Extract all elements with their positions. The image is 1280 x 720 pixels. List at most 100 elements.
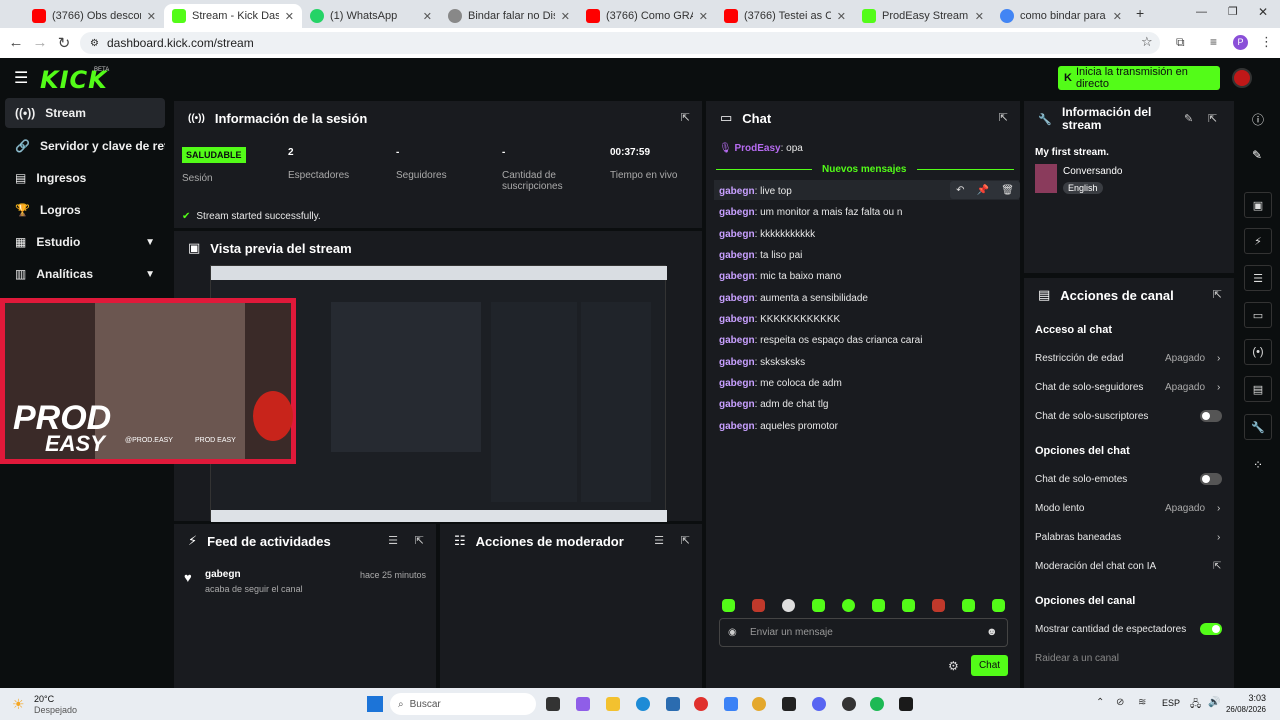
age-restriction-row[interactable]: Restricción de edad Apagado › [1035, 353, 1225, 364]
taskbar-time[interactable]: 3:03 [1226, 693, 1266, 703]
popout-icon[interactable]: ⇱ [1208, 112, 1217, 125]
show-viewers-toggle[interactable] [1200, 623, 1222, 635]
category-thumbnail[interactable] [1035, 164, 1057, 193]
close-tab-icon[interactable]: ✕ [1113, 10, 1122, 23]
browser-tab[interactable]: (3766) Obs desconectando✕ [24, 4, 164, 28]
discord-icon[interactable] [812, 697, 826, 711]
close-tab-icon[interactable]: ✕ [423, 10, 432, 23]
url-input[interactable]: ⚙ dashboard.kick.com/stream [80, 32, 1160, 54]
go-live-button[interactable]: K Inicia la transmisión en directo [1058, 66, 1220, 90]
ai-moderation-row[interactable]: Moderación del chat con IA ⇱ [1035, 561, 1225, 572]
chrome-icon[interactable] [752, 697, 766, 711]
filter-icon[interactable]: ☰ [654, 534, 664, 547]
spotify-icon[interactable] [870, 697, 884, 711]
copilot-icon[interactable] [576, 697, 590, 711]
close-window-icon[interactable]: ✕ [1258, 5, 1268, 19]
extensions-icon[interactable]: ⧉ [1176, 35, 1185, 50]
sidebar-item-analytics[interactable]: ▥ Analíticas ▼ [5, 259, 165, 289]
emote-icon[interactable] [722, 599, 735, 612]
close-tab-icon[interactable]: ✕ [561, 10, 570, 23]
emote-icon[interactable] [782, 599, 795, 612]
language-indicator[interactable]: ESP [1162, 698, 1180, 708]
reply-icon[interactable]: ↶ [956, 185, 964, 196]
taskbar-search[interactable]: ⌕ Buscar [390, 693, 536, 715]
outlook-icon[interactable] [724, 697, 738, 711]
browser-tab[interactable]: Bindar falar no Discord✕ [440, 4, 578, 28]
emote-icon[interactable] [992, 599, 1005, 612]
browser-tab[interactable]: (1) WhatsApp ✕ [302, 4, 440, 28]
sidebar-item-income[interactable]: ▤ Ingresos [5, 163, 165, 193]
edge-icon[interactable] [636, 697, 650, 711]
emote-icon[interactable] [872, 599, 885, 612]
user-avatar[interactable] [1232, 68, 1252, 88]
pencil-icon[interactable]: ✎ [1252, 148, 1262, 162]
taskbar-date[interactable]: 26/08/2026 [1216, 705, 1266, 714]
network-off-icon[interactable]: ⊘ [1116, 697, 1124, 708]
hamburger-menu-icon[interactable]: ☰ [14, 68, 28, 88]
close-tab-icon[interactable]: ✕ [975, 10, 984, 23]
maximize-icon[interactable]: ❐ [1228, 5, 1238, 18]
broadcast-icon[interactable]: (•) [1244, 339, 1272, 365]
new-tab-icon[interactable]: + [1136, 5, 1144, 21]
popout-icon[interactable]: ⇱ [1213, 288, 1222, 301]
sidebar-item-server-key[interactable]: 🔗Servidor y clave de retransmisión [5, 131, 165, 161]
lightning-icon[interactable]: ⚡ [1244, 228, 1272, 254]
close-tab-icon[interactable]: ✕ [837, 10, 846, 23]
wifi-icon[interactable]: ≋ [1138, 697, 1146, 708]
file-explorer-icon[interactable] [606, 697, 620, 711]
close-tab-icon[interactable]: ✕ [699, 10, 708, 23]
sidebar-item-stream[interactable]: ((•)) Stream [5, 98, 165, 128]
site-info-icon[interactable]: ⚙ [90, 38, 99, 49]
emote-icon[interactable] [842, 599, 855, 612]
wrench-icon[interactable]: 🔧 [1244, 414, 1272, 440]
activity-user[interactable]: gabegn [205, 569, 241, 580]
store-icon[interactable] [666, 697, 680, 711]
bookmark-star-icon[interactable]: ☆ [1141, 34, 1153, 50]
capcut-icon[interactable] [782, 697, 796, 711]
list-icon[interactable]: ☰ [1244, 265, 1272, 291]
emotes-only-toggle[interactable] [1200, 473, 1222, 485]
delete-icon[interactable]: 🗑 [1001, 185, 1014, 196]
raid-channel-button[interactable]: Raidear a un canal [1035, 653, 1119, 664]
popout-icon[interactable]: ⇱ [415, 534, 424, 547]
emote-icon[interactable] [752, 599, 765, 612]
chat-settings-icon[interactable]: ⚙ [948, 659, 959, 673]
emoji-left-icon[interactable]: ◉ [728, 627, 737, 638]
chat-bubble-icon[interactable]: ▭ [1244, 302, 1272, 328]
filter-icon[interactable]: ☰ [388, 534, 398, 547]
network-icon[interactable]: 🖧 [1190, 697, 1201, 714]
minimize-icon[interactable]: — [1196, 6, 1207, 18]
popout-icon[interactable]: ⇱ [681, 534, 690, 547]
back-icon[interactable]: ← [4, 34, 28, 51]
profile-avatar[interactable]: P [1233, 35, 1248, 50]
chevron-up-icon[interactable]: ⌃ [1096, 697, 1104, 708]
opera-icon[interactable] [694, 697, 708, 711]
browser-tab[interactable]: (3766) Testei as CAIXAS B✕ [716, 4, 854, 28]
emote-icon[interactable] [902, 599, 915, 612]
sidebar-item-achievements[interactable]: 🏆 Logros [5, 195, 165, 225]
reload-icon[interactable]: ↻ [52, 34, 76, 52]
layout-icon[interactable]: ▣ [1244, 192, 1272, 218]
forward-icon[interactable]: → [28, 34, 52, 51]
emote-icon[interactable] [962, 599, 975, 612]
chat-message-input[interactable]: ◉ Enviar un mensaje ☻ [719, 618, 1008, 647]
emote-icon[interactable] [932, 599, 945, 612]
browser-tab-active[interactable]: Stream - Kick Dashboard✕ [164, 4, 302, 28]
windows-start-icon[interactable] [367, 696, 383, 712]
more-menu-icon[interactable]: ⋮ [1260, 34, 1273, 50]
close-tab-icon[interactable]: ✕ [147, 10, 156, 23]
popout-icon[interactable]: ⇱ [681, 111, 690, 124]
task-view-icon[interactable] [546, 697, 560, 711]
emote-icon[interactable] [812, 599, 825, 612]
slow-mode-row[interactable]: Modo lento Apagado › [1035, 503, 1225, 514]
edit-icon[interactable]: ✎ [1184, 112, 1193, 125]
browser-tab[interactable]: como bindar para falar e✕ [992, 4, 1130, 28]
chat-send-button[interactable]: Chat [971, 655, 1008, 676]
close-tab-icon[interactable]: ✕ [285, 10, 294, 23]
emoji-picker-icon[interactable]: ☻ [986, 626, 998, 638]
followers-only-row[interactable]: Chat de solo-seguidores Apagado › [1035, 382, 1225, 393]
widgets-icon[interactable]: ⁘ [1253, 458, 1263, 472]
card-icon[interactable]: ▤ [1244, 376, 1272, 402]
app-icon[interactable] [899, 697, 913, 711]
banned-words-row[interactable]: Palabras baneadas › [1035, 532, 1225, 543]
